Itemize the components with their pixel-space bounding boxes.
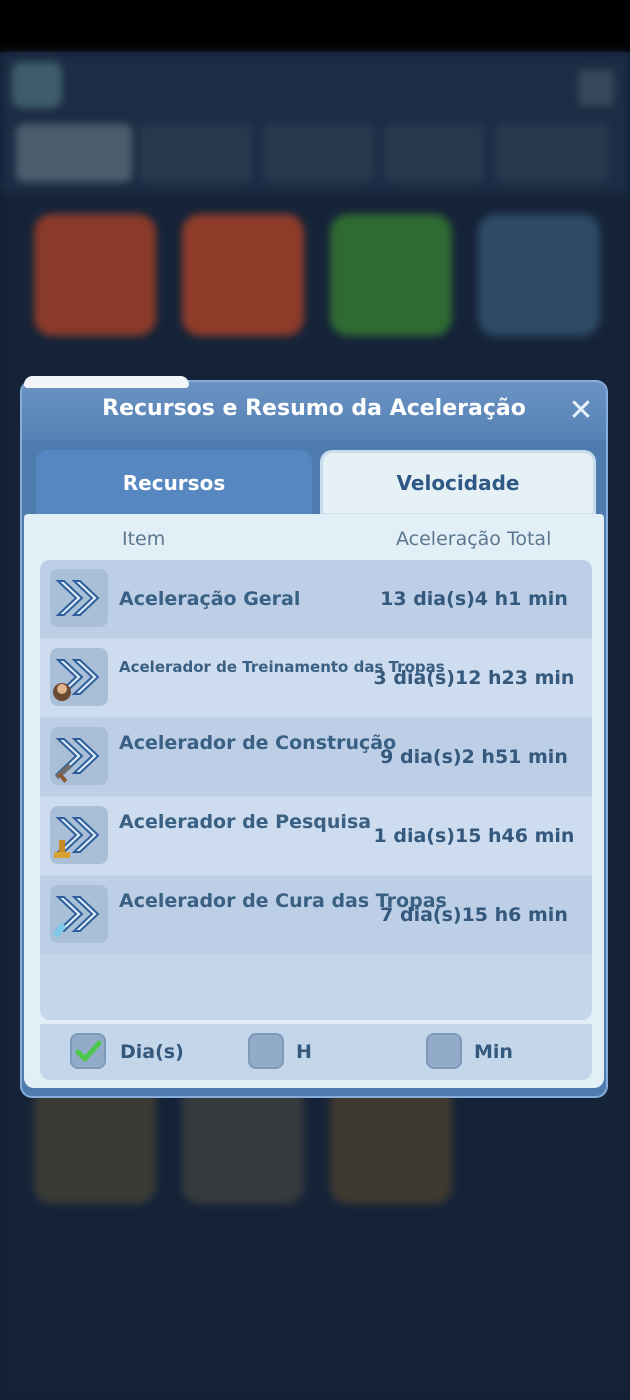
speedup-research-icon: [50, 806, 108, 864]
column-header-total: Aceleração Total: [396, 528, 552, 550]
checkbox-hours[interactable]: [248, 1033, 284, 1069]
background-tab: [262, 124, 374, 182]
list-item: Acelerador de Cura das Tropas 7 dia(s)15…: [40, 876, 592, 954]
background-tab: [16, 124, 132, 182]
speedup-training-icon: [50, 648, 108, 706]
speedup-construction-icon: [50, 727, 108, 785]
snow-decoration: [24, 376, 189, 388]
list-item: Acelerador de Treinamento das Tropas 3 d…: [40, 639, 592, 717]
row-value: 9 dia(s)2 h51 min: [380, 746, 568, 768]
background-tile: [182, 214, 304, 336]
tab-recursos[interactable]: Recursos: [36, 450, 312, 516]
checkbox-minutes[interactable]: [426, 1033, 462, 1069]
row-value: 13 dia(s)4 h1 min: [380, 588, 568, 610]
row-value: 1 dia(s)15 h46 min: [373, 825, 575, 847]
checkbox-days[interactable]: [70, 1033, 106, 1069]
check-icon: [75, 1040, 102, 1062]
column-header-item: Item: [122, 528, 166, 550]
list-item: Aceleração Geral 13 dia(s)4 h1 min: [40, 560, 592, 638]
checkbox-hours-label: H: [296, 1041, 312, 1063]
background-title: [80, 70, 90, 103]
background-tile: [478, 214, 600, 336]
row-name: Acelerador de Construção: [119, 732, 397, 754]
background-tile: [182, 1082, 304, 1204]
background-tile: [34, 214, 156, 336]
background-tab: [384, 124, 484, 182]
speedup-healing-icon: [50, 885, 108, 943]
dialog-title: Recursos e Resumo da Aceleração: [102, 396, 526, 421]
unit-selector: Dia(s) H Min: [40, 1024, 592, 1080]
row-value: 7 dia(s)15 h6 min: [380, 904, 568, 926]
background-tile: [330, 1082, 452, 1204]
tab-velocidade[interactable]: Velocidade: [320, 450, 596, 516]
background-logo-icon: [12, 62, 62, 108]
row-name: Acelerador de Pesquisa: [119, 811, 372, 833]
background-tile: [34, 1082, 156, 1204]
list-item: Acelerador de Construção 9 dia(s)2 h51 m…: [40, 718, 592, 796]
checkbox-days-label: Dia(s): [120, 1041, 184, 1063]
background-tab: [140, 124, 252, 182]
close-icon[interactable]: ✕: [564, 395, 598, 429]
row-value: 3 dia(s)12 h23 min: [373, 667, 575, 689]
list-item: Acelerador de Pesquisa 1 dia(s)15 h46 mi…: [40, 797, 592, 875]
dialog-title-bar: Recursos e Resumo da Aceleração ✕: [22, 382, 606, 440]
background-tab: [494, 124, 610, 182]
speedup-panel: Item Aceleração Total Aceleração Geral 1…: [24, 514, 604, 1088]
speedup-list: Aceleração Geral 13 dia(s)4 h1 min Acele…: [40, 560, 592, 1020]
speedup-general-icon: [50, 569, 108, 627]
background-menu-icon: [578, 70, 614, 106]
background-tile: [330, 214, 452, 336]
status-bar: [0, 0, 630, 52]
row-name: Aceleração Geral: [119, 588, 301, 610]
checkbox-minutes-label: Min: [474, 1041, 513, 1063]
speedup-summary-dialog: Recursos e Resumo da Aceleração ✕ Recurs…: [20, 376, 608, 1098]
